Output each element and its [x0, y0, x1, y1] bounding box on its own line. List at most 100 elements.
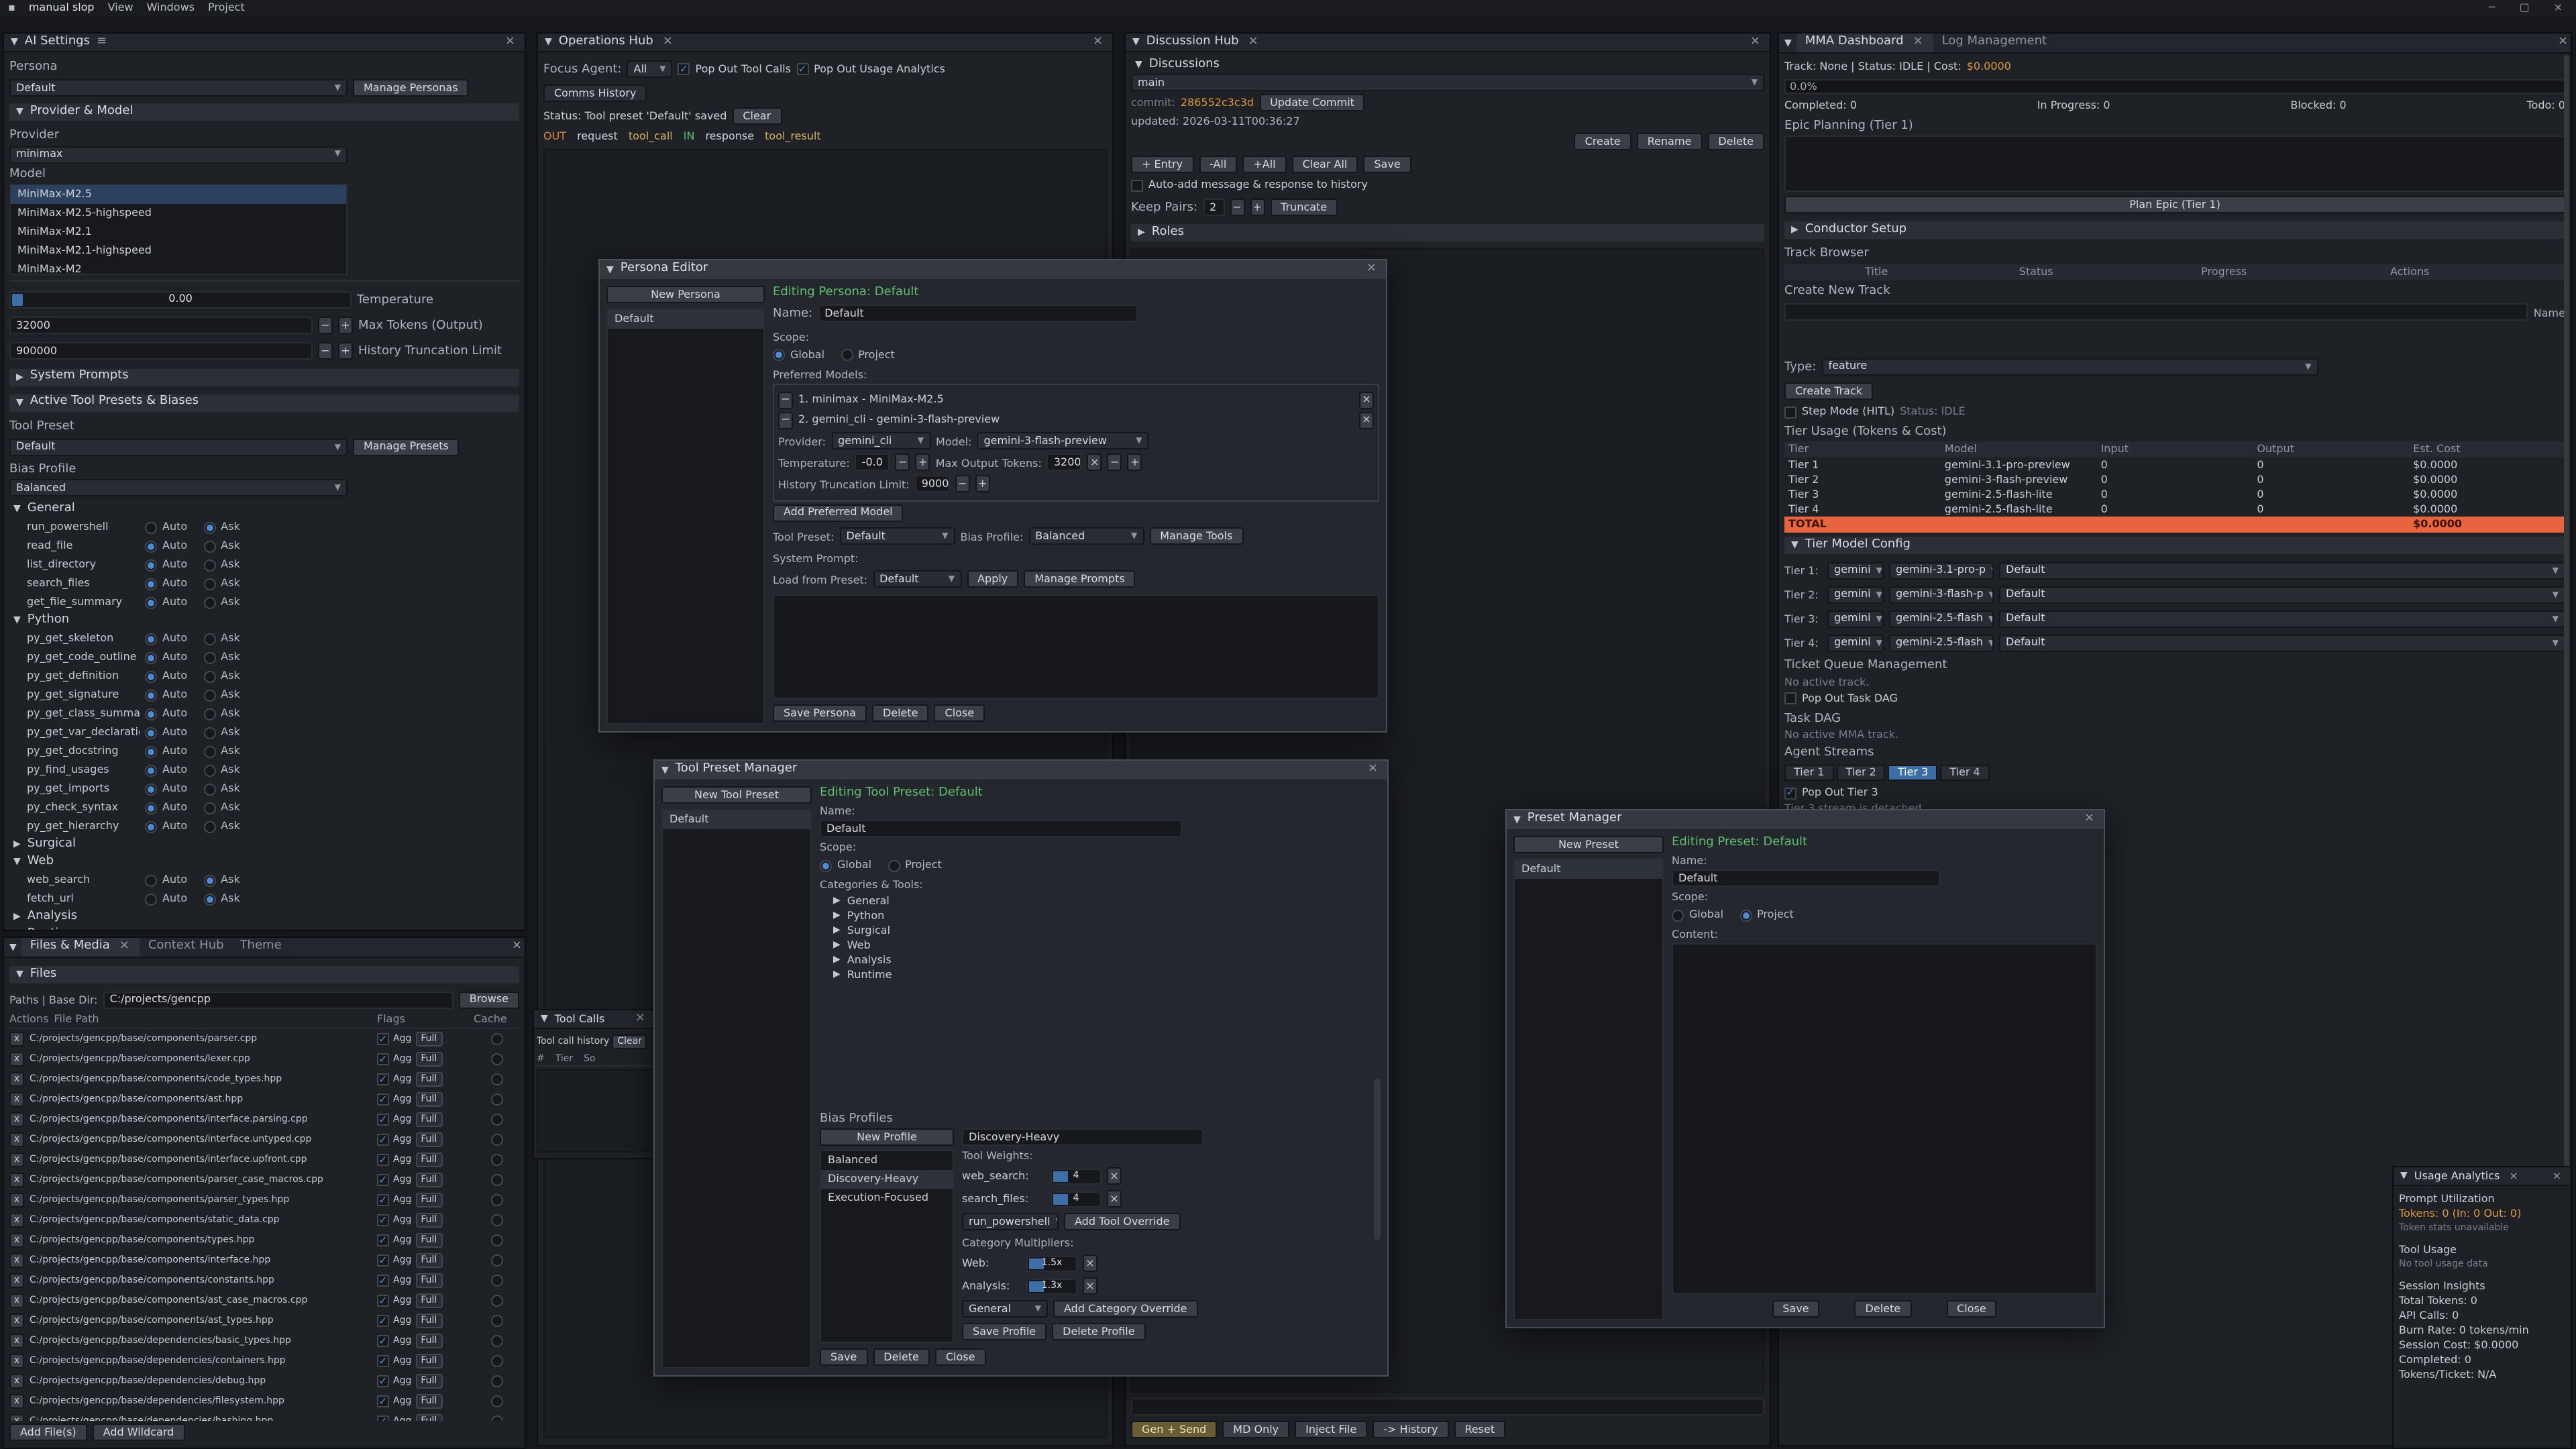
ask-radio[interactable]: [203, 559, 215, 571]
tier2-preset-dropdown[interactable]: Default▼: [1999, 586, 2565, 604]
agg-checkbox[interactable]: [377, 1355, 389, 1367]
agg-checkbox[interactable]: [377, 1375, 389, 1387]
collapse-icon[interactable]: ▼: [545, 36, 552, 48]
close-button[interactable]: Close: [934, 704, 985, 722]
collapse-icon[interactable]: ▼: [1513, 814, 1521, 826]
remove-weight-icon[interactable]: ×: [1107, 1190, 1122, 1208]
auto-radio[interactable]: [145, 578, 157, 590]
tab-mma-dashboard[interactable]: MMA Dashboard ×: [1797, 34, 1934, 52]
agg-checkbox[interactable]: [377, 1234, 389, 1246]
agg-checkbox[interactable]: [377, 1033, 389, 1045]
files-section[interactable]: ▼ Files: [9, 966, 519, 983]
collapse-icon[interactable]: ▼: [661, 764, 669, 776]
cache-radio[interactable]: [490, 1395, 502, 1407]
remove-file-button[interactable]: x: [9, 1112, 24, 1127]
cache-radio[interactable]: [490, 1295, 502, 1307]
history-limit-input[interactable]: 900000: [915, 475, 950, 492]
bias-profile-dropdown[interactable]: Balanced ▼: [9, 479, 347, 496]
auto-radio[interactable]: [145, 874, 157, 886]
agg-checkbox[interactable]: [377, 1214, 389, 1226]
auto-radio[interactable]: [145, 689, 157, 701]
ask-radio[interactable]: [203, 708, 215, 720]
delete-profile-button[interactable]: Delete Profile: [1052, 1323, 1145, 1340]
truncate-button[interactable]: Truncate: [1270, 199, 1338, 216]
update-commit-button[interactable]: Update Commit: [1259, 94, 1365, 111]
full-button[interactable]: Full: [415, 1152, 442, 1167]
expand-all-button[interactable]: +All: [1242, 156, 1286, 173]
profile-name-input[interactable]: Discovery-Heavy: [962, 1128, 1203, 1146]
minus-button[interactable]: −: [318, 343, 333, 360]
cache-radio[interactable]: [490, 1335, 502, 1347]
create-track-button[interactable]: Create Track: [1784, 382, 1873, 400]
auto-radio[interactable]: [145, 633, 157, 645]
clear-all-button[interactable]: Clear All: [1292, 156, 1358, 173]
plan-epic-button[interactable]: Plan Epic (Tier 1): [1784, 197, 2565, 214]
remove-file-button[interactable]: x: [9, 1152, 24, 1167]
tier-model-config-section[interactable]: ▼ Tier Model Config: [1784, 537, 2565, 555]
tab-theme[interactable]: Theme: [232, 938, 290, 957]
weight-slider[interactable]: 4: [1051, 1191, 1102, 1207]
browse-button[interactable]: Browse: [459, 991, 519, 1008]
menu-view[interactable]: View: [108, 1, 133, 15]
profile-list-item[interactable]: Execution-Focused: [821, 1189, 953, 1208]
minus-button[interactable]: −: [955, 475, 970, 492]
save-profile-button[interactable]: Save Profile: [962, 1323, 1046, 1340]
model-option[interactable]: MiniMax-M2.5: [11, 185, 346, 204]
clear-button[interactable]: Clear: [732, 108, 782, 125]
remove-file-button[interactable]: x: [9, 1173, 24, 1187]
plus-button[interactable]: +: [338, 343, 353, 360]
save-button[interactable]: Save: [1363, 156, 1411, 173]
close-icon[interactable]: ×: [1364, 262, 1379, 278]
agg-checkbox[interactable]: [377, 1194, 389, 1206]
close-button[interactable]: Close: [1946, 1300, 1997, 1318]
cache-radio[interactable]: [490, 1033, 502, 1045]
agg-checkbox[interactable]: [377, 1254, 389, 1267]
focus-agent-dropdown[interactable]: All ▼: [627, 60, 673, 78]
remove-file-button[interactable]: x: [9, 1394, 24, 1409]
delete-model-icon[interactable]: ×: [1359, 411, 1374, 429]
agg-checkbox[interactable]: [377, 1335, 389, 1347]
stream-tab-tier4[interactable]: Tier 4: [1940, 765, 1989, 781]
tier2-model-dropdown[interactable]: gemini-3-flash-p▼: [1889, 586, 1994, 604]
manage-presets-button[interactable]: Manage Presets: [353, 439, 460, 456]
temperature-slider[interactable]: 0.00: [9, 291, 352, 309]
weight-slider[interactable]: 4: [1051, 1168, 1102, 1184]
tier4-model-dropdown[interactable]: gemini-2.5-flash▼: [1889, 635, 1994, 652]
step-mode-checkbox[interactable]: [1784, 406, 1796, 418]
base-dir-input[interactable]: C:/projects/gencpp: [103, 991, 453, 1008]
name-input[interactable]: Default: [818, 305, 1137, 323]
auto-radio[interactable]: [145, 783, 157, 795]
auto-radio[interactable]: [145, 521, 157, 533]
model-option[interactable]: MiniMax-M2.1-highspeed: [11, 241, 346, 260]
delete-button[interactable]: Delete: [1855, 1300, 1912, 1318]
collapse-icon[interactable]: ▼: [11, 36, 18, 48]
name-input[interactable]: Default: [1672, 870, 1940, 888]
cache-radio[interactable]: [490, 1214, 502, 1226]
system-prompt-textarea[interactable]: [773, 594, 1379, 699]
close-button[interactable]: Close: [935, 1348, 986, 1366]
full-button[interactable]: Full: [415, 1414, 442, 1421]
preset-list-item[interactable]: Default: [1515, 860, 1662, 879]
rename-button[interactable]: Rename: [1637, 133, 1703, 150]
plus-button[interactable]: +: [1250, 199, 1265, 216]
remove-file-button[interactable]: x: [9, 1193, 24, 1208]
ask-radio[interactable]: [203, 540, 215, 552]
active-tool-presets-section[interactable]: ▼ Active Tool Presets & Biases: [9, 394, 519, 411]
full-button[interactable]: Full: [415, 1132, 442, 1147]
remove-file-button[interactable]: x: [9, 1052, 24, 1067]
collapse-icon[interactable]: ▼: [2400, 1170, 2408, 1182]
provider-dropdown[interactable]: minimax ▼: [9, 146, 347, 163]
tier1-model-dropdown[interactable]: gemini-3.1-pro-p▼: [1889, 562, 1994, 580]
collapse-all-button[interactable]: -All: [1199, 156, 1237, 173]
comms-history-tab[interactable]: Comms History: [543, 85, 647, 103]
project-radio[interactable]: [841, 349, 853, 361]
plus-button[interactable]: +: [1128, 453, 1142, 471]
agg-checkbox[interactable]: [377, 1174, 389, 1186]
save-persona-button[interactable]: Save Persona: [773, 704, 867, 722]
agg-checkbox[interactable]: [377, 1415, 389, 1421]
auto-radio[interactable]: [145, 727, 157, 739]
manage-prompts-button[interactable]: Manage Prompts: [1024, 570, 1135, 588]
multiplier-slider[interactable]: 1.5x: [1026, 1255, 1077, 1271]
full-button[interactable]: Full: [415, 1213, 442, 1228]
slider-grab[interactable]: [12, 294, 23, 306]
